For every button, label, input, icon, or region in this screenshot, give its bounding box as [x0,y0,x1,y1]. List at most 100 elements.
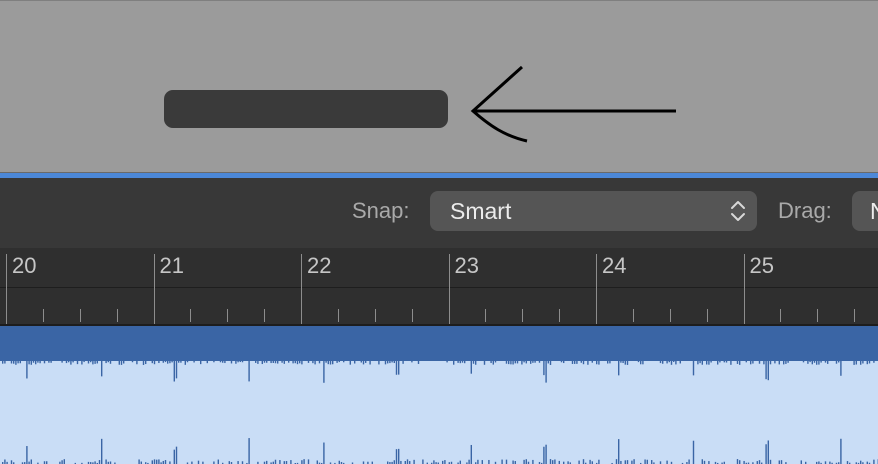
waveform-spike [217,459,219,464]
ruler-minor-tick [485,309,487,322]
waveform-spike [758,361,761,364]
waveform-spike [362,361,365,365]
waveform-spike [554,459,556,464]
waveform-spike [459,361,461,364]
waveform-graphic [2,361,878,464]
waveform-spike [838,361,840,363]
waveform-spike [219,361,222,363]
ruler-minor-tick [79,309,81,322]
waveform-spike [92,361,94,365]
waveform-spike [151,460,153,464]
waveform-spike [560,361,563,363]
waveform-spike [534,361,536,363]
waveform-spike [787,361,789,363]
waveform-spike [816,361,818,365]
waveform-spike [701,459,703,464]
ruler-major-tick [301,254,302,324]
ruler-major-tick [6,254,7,324]
waveform-spike [296,361,299,365]
waveform-spike [624,460,626,464]
waveform-spike [138,459,140,464]
waveform-spike [626,460,629,464]
waveform-spike [765,444,767,464]
waveform-spike [193,361,195,363]
waveform-spike [719,361,721,363]
ruler-major-tick [153,254,155,324]
waveform-spike [571,361,574,364]
timeline-ruler[interactable]: 20 21 22 23 24 25 [0,248,878,326]
waveform-spike [525,459,527,464]
waveform-spike [475,361,477,365]
waveform-spike [101,438,103,464]
waveform-spike [457,361,459,363]
waveform-spike [543,446,545,464]
waveform-spike [666,460,668,464]
waveform-spike [549,361,552,365]
waveform-spike [395,361,398,375]
waveform-spike [750,361,752,365]
waveform-spike [169,361,171,364]
waveform-spike [175,446,178,464]
waveform-spike [94,361,96,364]
waveform-spike [453,361,455,365]
waveform-spike [274,361,277,364]
snap-value: Smart [450,198,512,224]
ruler-major-tick [743,254,745,324]
waveform-spike [13,361,15,364]
waveform-spike [327,361,329,365]
waveform-spike [615,459,618,464]
ruler-minor-tick [780,309,782,322]
waveform-spike [303,459,305,464]
waveform-spike [213,361,215,363]
waveform-spike [336,361,338,363]
waveform-spike [389,361,391,364]
audio-region-waveform[interactable] [0,361,878,464]
waveform-spike [206,361,208,364]
waveform-spike [532,459,534,464]
waveform-spike [292,361,294,364]
dark-bar-element[interactable] [164,90,448,128]
waveform-spike [464,361,466,364]
waveform-spike [525,361,527,364]
ruler-minor-tick [374,309,376,322]
waveform-spike [4,361,6,364]
waveform-spike [774,361,776,364]
snap-dropdown[interactable]: Smart [430,191,757,231]
waveform-spike [393,361,395,364]
waveform-spike [197,460,200,464]
waveform-spike [582,361,585,365]
waveform-spike [32,361,35,363]
ruler-bar-number: 21 [159,253,184,278]
waveform-spike [290,460,292,464]
waveform-spike [807,361,809,364]
waveform-spike [402,361,404,364]
waveform-spike [162,361,164,363]
waveform-spike [532,361,534,363]
waveform-spike [618,439,620,464]
drag-dropdown[interactable]: N [852,191,878,231]
waveform-spike [769,459,772,464]
waveform-spike [706,361,708,365]
waveform-spike [710,361,712,363]
waveform-spike [873,361,875,363]
waveform-spike [505,459,508,464]
ruler-major-tick [448,254,450,324]
updown-chevron-icon [731,201,745,221]
waveform-spike [312,361,314,364]
waveform-spike [855,361,857,365]
audio-region-header[interactable] [0,326,878,361]
waveform-spike [142,361,145,365]
waveform-spike [164,460,167,464]
waveform-spike [61,460,63,464]
waveform-spike [739,460,741,464]
waveform-spike [730,361,732,365]
ruler-minor-tick [706,309,708,322]
waveform-spike [387,361,389,364]
waveform-spike [785,361,787,364]
waveform-spike [523,459,525,464]
waveform-spike [10,361,13,364]
waveform-spike [248,438,250,464]
waveform-spike [107,361,109,363]
waveform-spike [468,459,470,464]
waveform-spike [767,361,769,381]
